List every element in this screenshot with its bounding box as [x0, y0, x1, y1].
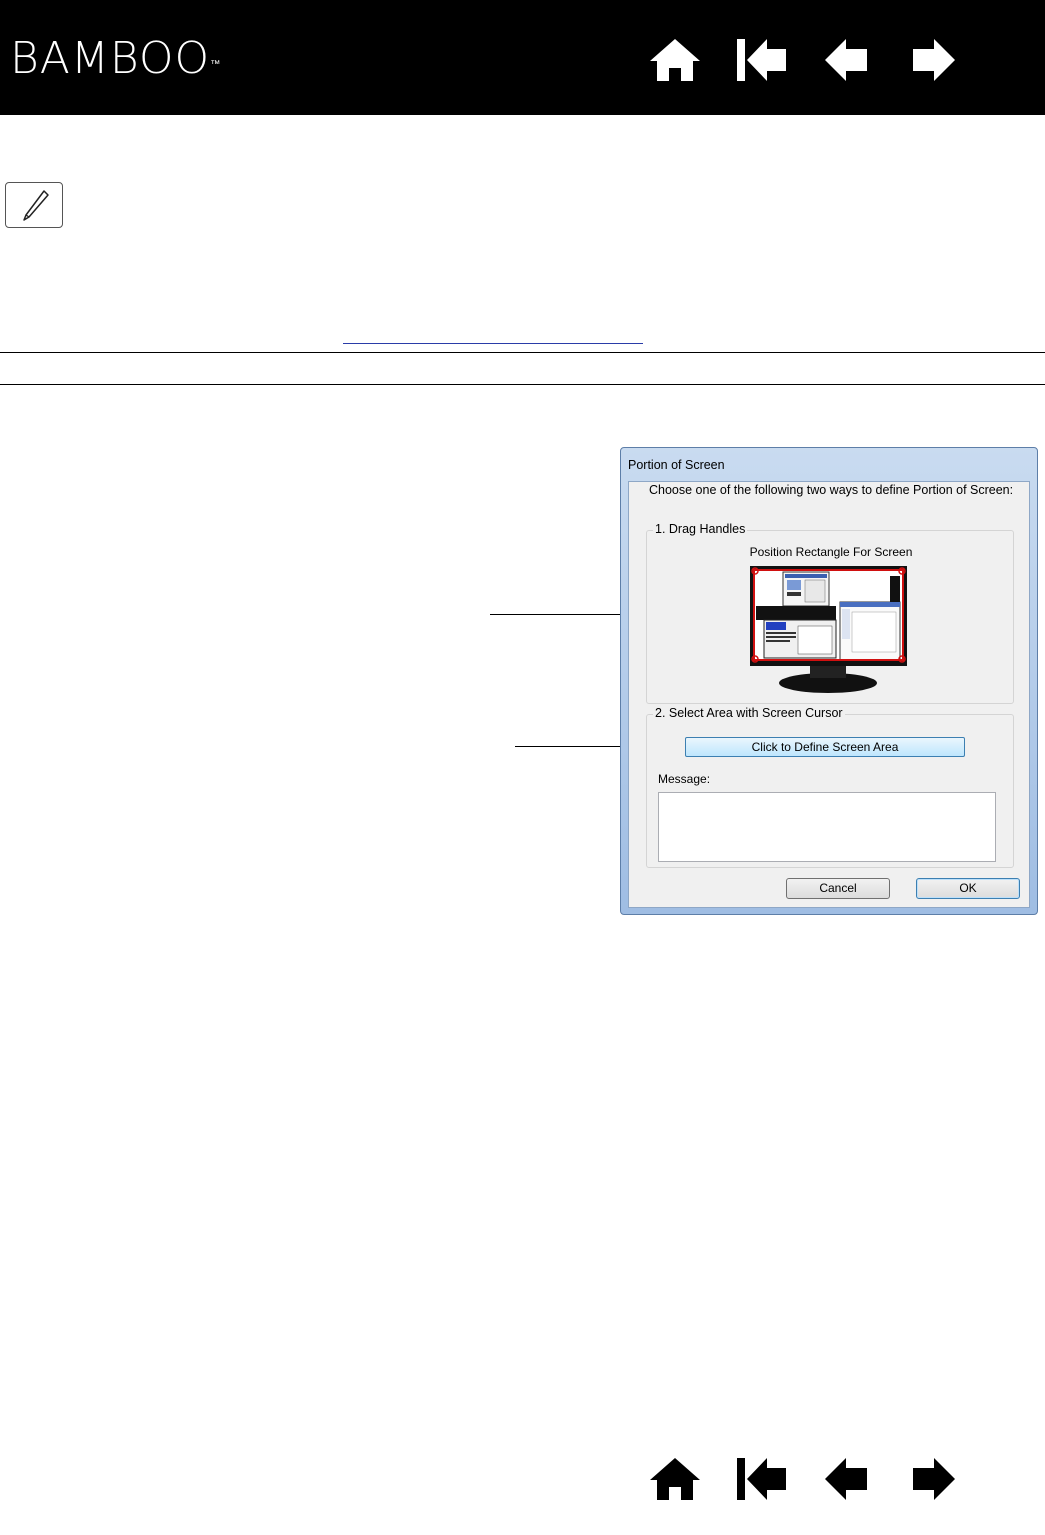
bamboo-logo: BAMBOO™: [10, 30, 220, 88]
previous-page-icon[interactable]: [804, 1447, 890, 1511]
monitor-preview[interactable]: [750, 566, 907, 705]
link-underline[interactable]: [343, 343, 643, 344]
home-icon[interactable]: [632, 1447, 718, 1511]
drag-handles-label: 1. Drag Handles: [653, 522, 748, 536]
position-rectangle-caption: Position Rectangle For Screen: [749, 545, 913, 559]
pen-icon: [5, 182, 63, 228]
page-header: BAMBOO™: [0, 0, 1045, 115]
cancel-button[interactable]: Cancel: [786, 878, 890, 899]
message-box: [658, 792, 996, 862]
select-area-group: 2. Select Area with Screen Cursor Click …: [646, 706, 1014, 868]
section-divider-bottom: [0, 384, 1045, 385]
next-page-icon[interactable]: [890, 28, 976, 92]
section-divider-top: [0, 352, 1045, 353]
previous-page-icon[interactable]: [804, 28, 890, 92]
top-navigation: [632, 28, 976, 92]
select-area-label: 2. Select Area with Screen Cursor: [653, 706, 845, 720]
first-page-icon[interactable]: [718, 28, 804, 92]
logo-trademark: ™: [210, 59, 221, 70]
logo-text: BAMBOO: [10, 33, 211, 84]
drag-handles-group: 1. Drag Handles Position Rectangle For S…: [646, 522, 1014, 705]
define-screen-area-button[interactable]: Click to Define Screen Area: [685, 737, 965, 757]
next-page-icon[interactable]: [890, 1447, 976, 1511]
dialog-client-area: Choose one of the following two ways to …: [628, 481, 1030, 908]
bottom-navigation: [632, 1447, 976, 1511]
first-page-icon[interactable]: [718, 1447, 804, 1511]
dialog-title: Portion of Screen: [628, 458, 725, 472]
portion-of-screen-dialog: Portion of Screen Choose one of the foll…: [620, 447, 1038, 915]
ok-button[interactable]: OK: [916, 878, 1020, 899]
home-icon[interactable]: [632, 28, 718, 92]
dialog-intro-text: Choose one of the following two ways to …: [649, 483, 1014, 497]
message-label: Message:: [658, 772, 711, 786]
